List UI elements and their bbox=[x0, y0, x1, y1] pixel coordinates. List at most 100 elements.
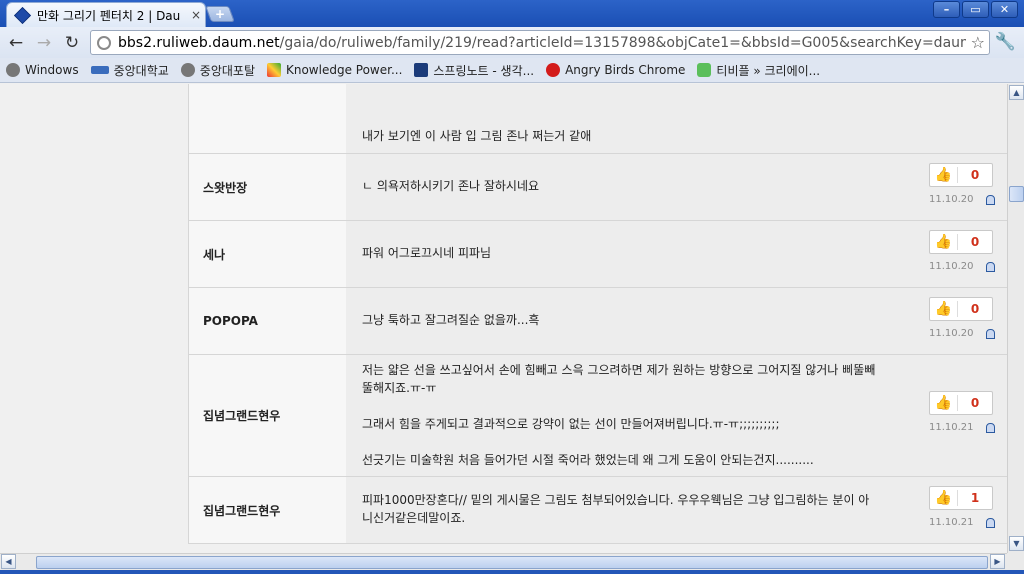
like-button[interactable]: 👍 0 bbox=[929, 391, 993, 415]
close-window-button[interactable]: ✕ bbox=[991, 1, 1018, 18]
thumbs-up-icon: 👍 bbox=[930, 234, 958, 250]
comment-row: 집념그랜드현우 피파1000만장혼다// 밑의 게시물은 그림도 첨부되어있습니… bbox=[188, 477, 1007, 544]
comment-text bbox=[362, 433, 877, 451]
comment-meta: 👍 0 11.10.20 bbox=[929, 230, 995, 272]
scroll-right-button[interactable]: ▶ bbox=[990, 554, 1005, 569]
like-count: 0 bbox=[970, 168, 980, 182]
bookmark-cau[interactable]: 중앙대학교 bbox=[90, 62, 169, 79]
browser-window: 만화 그리기 펜터치 2 | Dau × + – ▭ ✕ ← → ↻ bbs2.… bbox=[0, 0, 1024, 574]
scroll-left-button[interactable]: ◀ bbox=[1, 554, 16, 569]
comment-meta: 👍 0 11.10.20 bbox=[929, 163, 995, 205]
comment-body: 파워 어그로끄시네 피파님 bbox=[346, 221, 1007, 287]
bookmark-windows[interactable]: Windows bbox=[6, 63, 79, 77]
comment-body: 피파1000만장혼다// 밑의 게시물은 그림도 첨부되어있습니다. 우우우웩님… bbox=[346, 477, 1007, 543]
vertical-scrollbar[interactable]: ▲ ▼ bbox=[1007, 84, 1024, 553]
like-button[interactable]: 👍 1 bbox=[929, 486, 993, 510]
bookmark-tvple[interactable]: 티비플 » 크리에이... bbox=[697, 62, 820, 79]
bookmark-angry-birds[interactable]: Angry Birds Chrome bbox=[546, 63, 685, 77]
like-count: 1 bbox=[970, 491, 980, 505]
bookmark-star-icon[interactable]: ☆ bbox=[971, 33, 985, 52]
like-count: 0 bbox=[970, 396, 980, 410]
address-bar[interactable]: bbs2.ruliweb.daum.net/gaia/do/ruliweb/fa… bbox=[90, 30, 990, 55]
page-viewport: 내가 보기엔 이 사람 입 그림 존나 쩌는거 같애 스왓반장 ㄴ 의욕저하시키… bbox=[0, 84, 1007, 553]
comment-date-row: 11.10.20 bbox=[929, 261, 995, 272]
scroll-down-button[interactable]: ▼ bbox=[1009, 536, 1024, 551]
comment-author[interactable]: POPOPA bbox=[189, 288, 346, 354]
bookmark-springnote[interactable]: 스프링노트 - 생각... bbox=[414, 62, 534, 79]
bookmark-label: Windows bbox=[25, 63, 79, 77]
comment-text: 파워 어그로끄시네 피파님 bbox=[362, 246, 492, 260]
url-host: bbs2.ruliweb.daum.net bbox=[118, 34, 280, 51]
comment-text: 피파1000만장혼다// 밑의 게시물은 그림도 첨부되어있습니다. 우우우웩님… bbox=[362, 493, 870, 525]
forward-button[interactable]: → bbox=[32, 31, 56, 55]
report-bell-icon[interactable] bbox=[986, 261, 995, 272]
comment-row: 집념그랜드현우 저는 얇은 선을 쓰고싶어서 손에 힘빼고 스윽 그으려하면 제… bbox=[188, 355, 1007, 477]
comment-meta: 👍 0 11.10.21 bbox=[929, 391, 995, 433]
report-bell-icon[interactable] bbox=[986, 422, 995, 433]
comment-text: ㄴ 의욕저하시키기 존나 잘하시네요 bbox=[362, 179, 540, 193]
minimize-button[interactable]: – bbox=[933, 1, 960, 18]
thumbs-up-icon: 👍 bbox=[930, 167, 958, 183]
url-text[interactable]: bbs2.ruliweb.daum.net/gaia/do/ruliweb/fa… bbox=[118, 35, 966, 51]
comment-author[interactable]: 스왓반장 bbox=[189, 154, 346, 220]
bookmark-label: 스프링노트 - 생각... bbox=[433, 63, 535, 78]
report-bell-icon[interactable] bbox=[986, 328, 995, 339]
thumbs-up-icon: 👍 bbox=[930, 395, 958, 411]
comment-text bbox=[362, 397, 877, 415]
comment-row: 세나 파워 어그로끄시네 피파님 👍 0 11.10.20 bbox=[188, 221, 1007, 288]
page-info-icon[interactable] bbox=[97, 35, 111, 50]
bookmark-knowledge-power[interactable]: Knowledge Power... bbox=[266, 63, 402, 77]
comment-text: 그냥 툭하고 잘그려질순 없을까...흑 bbox=[362, 313, 540, 327]
report-bell-icon[interactable] bbox=[986, 517, 995, 528]
comment-author[interactable]: 세나 bbox=[189, 221, 346, 287]
comment-body: 저는 얇은 선을 쓰고싶어서 손에 힘빼고 스윽 그으려하면 제가 원하는 방향… bbox=[346, 355, 1007, 476]
browser-tab[interactable]: 만화 그리기 펜터치 2 | Dau × bbox=[6, 2, 206, 27]
scroll-up-button[interactable]: ▲ bbox=[1009, 85, 1024, 100]
thumbs-up-icon: 👍 bbox=[930, 301, 958, 317]
comment-date-row: 11.10.21 bbox=[929, 422, 995, 433]
knowledge-icon bbox=[266, 63, 281, 77]
plus-icon: + bbox=[214, 7, 226, 21]
thumbs-up-icon: 👍 bbox=[930, 490, 958, 506]
like-count: 0 bbox=[970, 235, 980, 249]
comment-body: 그냥 툭하고 잘그려질순 없을까...흑 bbox=[346, 288, 1007, 354]
comment-meta: 👍 0 11.10.20 bbox=[929, 297, 995, 339]
comment-date: 11.10.21 bbox=[929, 422, 974, 433]
tv-icon bbox=[697, 63, 712, 77]
tab-title: 만화 그리기 펜터치 2 | Dau bbox=[37, 8, 181, 23]
report-bell-icon[interactable] bbox=[986, 194, 995, 205]
navigation-toolbar: ← → ↻ bbs2.ruliweb.daum.net/gaia/do/ruli… bbox=[0, 27, 1024, 58]
vertical-scroll-thumb[interactable] bbox=[1009, 186, 1024, 202]
comment-author[interactable]: 집념그랜드현우 bbox=[189, 355, 346, 476]
comment-row: 내가 보기엔 이 사람 입 그림 존나 쩌는거 같애 bbox=[188, 84, 1007, 154]
tab-close-icon[interactable]: × bbox=[191, 8, 201, 22]
horizontal-scroll-thumb[interactable] bbox=[36, 556, 988, 569]
comment-text: 그래서 힘을 주게되고 결과적으로 강약이 없는 선이 만들어져버립니다.ㅠ-ㅠ… bbox=[362, 417, 780, 431]
new-tab-button[interactable]: + bbox=[205, 6, 235, 22]
title-bar: 만화 그리기 펜터치 2 | Dau × + – ▭ ✕ bbox=[0, 0, 1024, 27]
comment-row: POPOPA 그냥 툭하고 잘그려질순 없을까...흑 👍 0 11.10.20 bbox=[188, 288, 1007, 355]
maximize-button[interactable]: ▭ bbox=[962, 1, 989, 18]
like-button[interactable]: 👍 0 bbox=[929, 163, 993, 187]
comment-author[interactable]: 집념그랜드현우 bbox=[189, 477, 346, 543]
back-button[interactable]: ← bbox=[4, 31, 28, 55]
taskbar-edge bbox=[0, 570, 1024, 574]
comment-date: 11.10.20 bbox=[929, 261, 974, 272]
like-button[interactable]: 👍 0 bbox=[929, 230, 993, 254]
like-button[interactable]: 👍 0 bbox=[929, 297, 993, 321]
bookmark-cau-portal[interactable]: 중앙대포탈 bbox=[180, 62, 255, 79]
comment-row: 스왓반장 ㄴ 의욕저하시키기 존나 잘하시네요 👍 0 11.10.20 bbox=[188, 154, 1007, 221]
comment-text: 선긋기는 미술학원 처음 들어가던 시절 죽어라 했었는데 왜 그게 도움이 안… bbox=[362, 453, 814, 467]
like-count: 0 bbox=[970, 302, 980, 316]
reload-button[interactable]: ↻ bbox=[60, 31, 84, 55]
comment-date-row: 11.10.20 bbox=[929, 194, 995, 205]
comment-meta: 👍 1 11.10.21 bbox=[929, 486, 995, 528]
wrench-menu-icon[interactable]: 🔧 bbox=[995, 32, 1016, 52]
comment-date-row: 11.10.20 bbox=[929, 328, 995, 339]
bookmarks-bar: Windows 중앙대학교 중앙대포탈 Knowledge Power... 스… bbox=[0, 58, 1024, 83]
horizontal-scrollbar[interactable]: ◀ ▶ bbox=[0, 553, 1007, 570]
bookmark-label: 중앙대학교 bbox=[113, 63, 169, 78]
scrollbar-corner bbox=[1007, 553, 1024, 570]
comment-text: 내가 보기엔 이 사람 입 그림 존나 쩌는거 같애 bbox=[362, 129, 592, 143]
comment-body: ㄴ 의욕저하시키기 존나 잘하시네요 bbox=[346, 154, 1007, 220]
